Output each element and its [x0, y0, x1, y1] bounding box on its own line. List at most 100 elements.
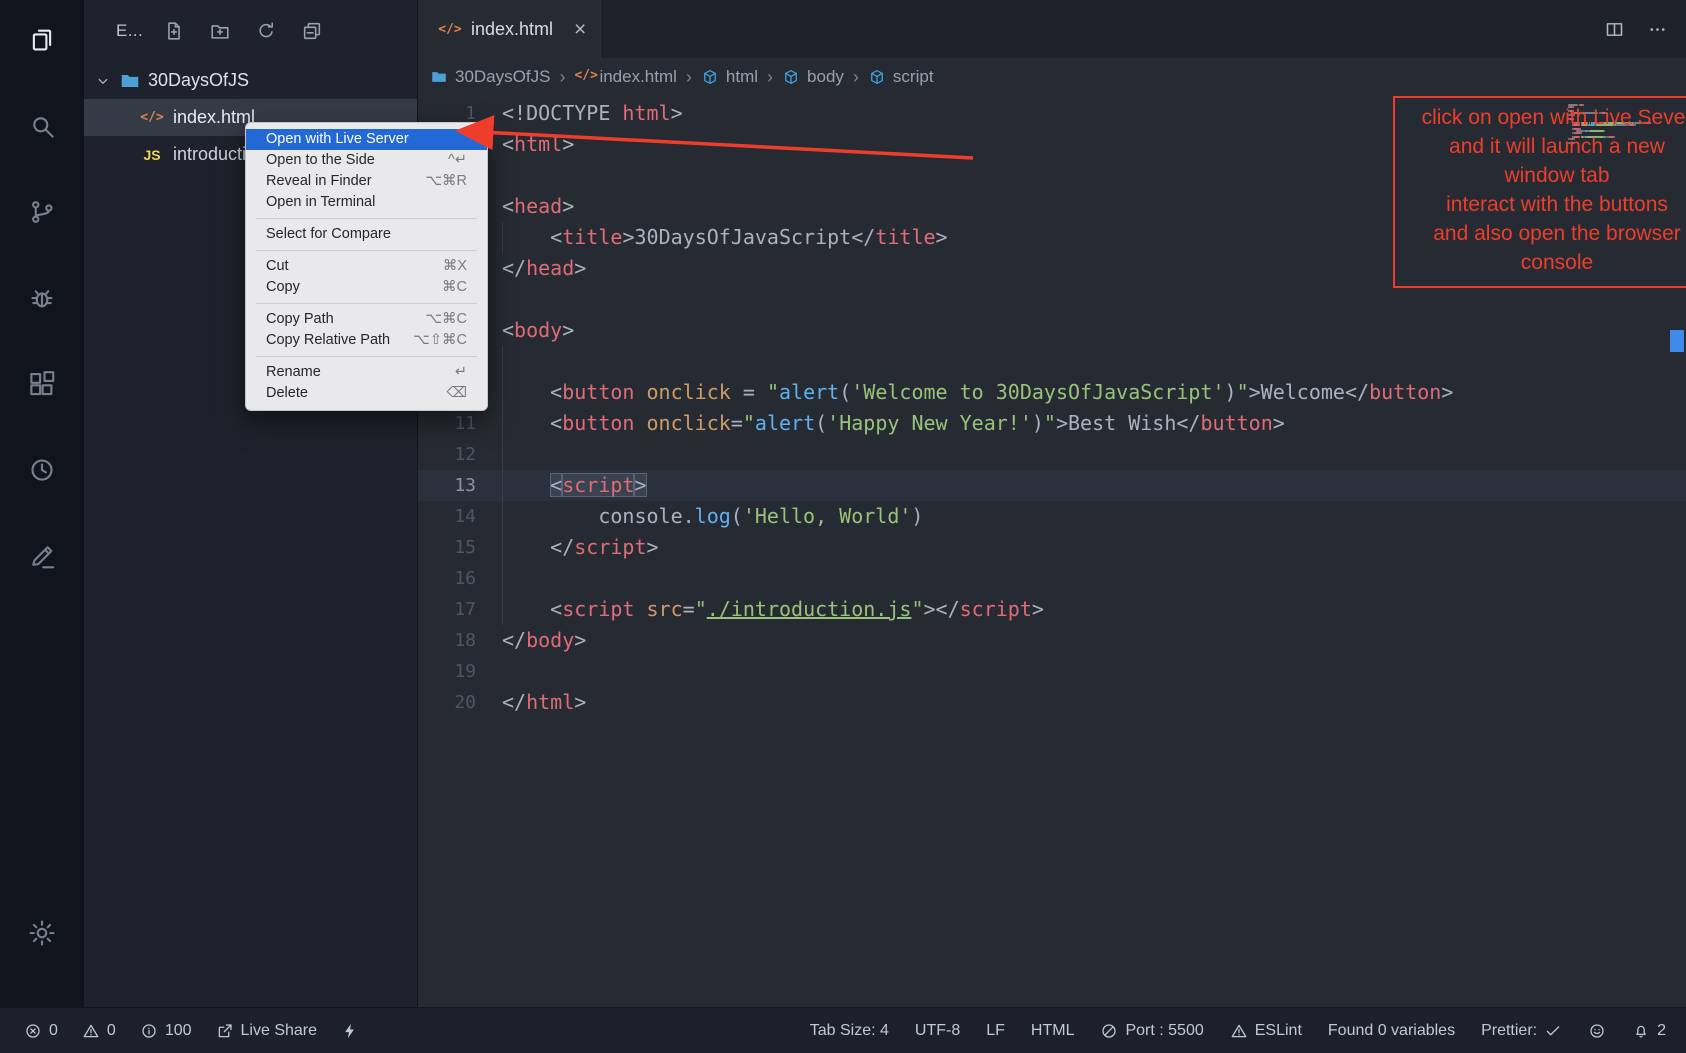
status-100[interactable]: 100	[140, 1022, 192, 1040]
menu-item-copy[interactable]: Copy ⌘C	[246, 277, 487, 298]
vscode-window: E... 30DaysOfJS </> index.html JS introd…	[0, 0, 1686, 1053]
annotation-line: click on open with Live Sever	[1403, 103, 1686, 132]
code-line-17: 17 <script src="./introduction.js"></scr…	[418, 594, 1686, 625]
activity-bar	[0, 0, 84, 1007]
tab-title: index.html	[471, 19, 553, 40]
activity-search-button[interactable]	[0, 96, 84, 156]
line-number[interactable]: 19	[418, 656, 502, 687]
explorer-header: E...	[84, 0, 417, 62]
live-share-icon	[216, 1022, 234, 1040]
menu-item-delete[interactable]: Delete ⌫	[246, 383, 487, 404]
menu-separator	[256, 303, 477, 304]
code-line-9: 9	[418, 346, 1686, 377]
status-text: HTML	[1031, 1022, 1075, 1040]
status-text: 100	[165, 1022, 192, 1040]
status-eslint[interactable]: ESLint	[1230, 1022, 1302, 1040]
status-live-share[interactable]: Live Share	[216, 1022, 318, 1040]
menu-shortcut: ⌥⌘C	[425, 309, 467, 330]
status-port-5500[interactable]: Port : 5500	[1100, 1022, 1203, 1040]
activity-extensions-button[interactable]	[0, 354, 84, 414]
annotation-line: and also open the browser	[1403, 219, 1686, 248]
status-0[interactable]: 0	[24, 1022, 58, 1040]
menu-shortcut: ⌘X	[443, 256, 467, 277]
code-line-18: 18 </body>	[418, 625, 1686, 656]
breadcrumb-separator: ›	[559, 67, 565, 88]
tab-index-html[interactable]: </> index.html ×	[418, 0, 603, 58]
menu-shortcut: ⌫	[446, 383, 467, 404]
menu-item-open-in-terminal[interactable]: Open in Terminal	[246, 192, 487, 213]
code-line-20: 20 </html>	[418, 687, 1686, 718]
line-number[interactable]: 13	[418, 470, 502, 501]
status-html[interactable]: HTML	[1031, 1022, 1075, 1040]
code-line-8: 8 <body>	[418, 315, 1686, 346]
menu-item-open-with-live-server[interactable]: Open with Live Server	[246, 129, 487, 150]
menu-shortcut: ⌥⌘R	[425, 171, 467, 192]
status-text: 0	[107, 1022, 116, 1040]
status-bolt[interactable]	[341, 1022, 359, 1040]
close-icon[interactable]: ×	[574, 19, 586, 40]
line-number[interactable]: 17	[418, 594, 502, 625]
menu-item-cut[interactable]: Cut ⌘X	[246, 256, 487, 277]
code-line-15: 15 </script>	[418, 532, 1686, 563]
activity-source-control-button[interactable]	[0, 182, 84, 242]
new-folder-button[interactable]	[209, 20, 231, 42]
line-number[interactable]: 18	[418, 625, 502, 656]
breadcrumb-script[interactable]: script	[868, 67, 934, 87]
collapse-all-button[interactable]	[301, 20, 323, 42]
activity-bar-bottom	[0, 903, 84, 989]
new-file-button[interactable]	[163, 20, 185, 42]
breadcrumb-html[interactable]: html	[701, 67, 758, 87]
status-text: Live Share	[241, 1022, 318, 1040]
debug-icon	[27, 283, 57, 313]
status-prettier[interactable]: Prettier:	[1481, 1022, 1562, 1040]
split-editor-button[interactable]	[1604, 19, 1625, 40]
activity-explorer-button[interactable]	[0, 10, 84, 70]
ellipsis-button[interactable]	[1647, 19, 1668, 40]
breadcrumb-label: index.html	[599, 67, 676, 87]
editor-actions	[1604, 0, 1686, 58]
html-file-icon: </>	[438, 22, 461, 37]
code-line-19: 19	[418, 656, 1686, 687]
menu-separator	[256, 356, 477, 357]
breadcrumb-body[interactable]: body	[782, 67, 844, 87]
menu-item-copy-path[interactable]: Copy Path ⌥⌘C	[246, 309, 487, 330]
info-icon	[140, 1022, 158, 1040]
menu-item-reveal-in-finder[interactable]: Reveal in Finder ⌥⌘R	[246, 171, 487, 192]
chevron-down-icon	[94, 72, 112, 90]
activity-clock-button[interactable]	[0, 440, 84, 500]
menu-separator	[256, 250, 477, 251]
breadcrumb-30daysofjs[interactable]: 30DaysOfJS	[430, 67, 550, 87]
circle-slash-icon	[1100, 1022, 1118, 1040]
error-icon	[24, 1022, 42, 1040]
menu-item-rename[interactable]: Rename ↵	[246, 362, 487, 383]
line-number[interactable]: 15	[418, 532, 502, 563]
menu-item-open-to-the-side[interactable]: Open to the Side ^↵	[246, 150, 487, 171]
activity-gear-button[interactable]	[0, 903, 84, 963]
line-number[interactable]: 12	[418, 439, 502, 470]
status-utf-8[interactable]: UTF-8	[915, 1022, 960, 1040]
menu-item-copy-relative-path[interactable]: Copy Relative Path ⌥⇧⌘C	[246, 330, 487, 351]
status-right: Tab Size: 4 UTF-8 LF HTML Port : 5500 ESLint F…	[810, 1022, 1666, 1040]
code-line-14: 14 console.log('Hello, World')	[418, 501, 1686, 532]
activity-edit-button[interactable]	[0, 526, 84, 586]
folder-row-root[interactable]: 30DaysOfJS	[84, 62, 417, 99]
status-found-0-variables[interactable]: Found 0 variables	[1328, 1022, 1455, 1040]
refresh-button[interactable]	[255, 20, 277, 42]
line-number[interactable]: 11	[418, 408, 502, 439]
line-number[interactable]: 20	[418, 687, 502, 718]
search-icon	[27, 111, 57, 141]
status-0[interactable]: 0	[82, 1022, 116, 1040]
line-number[interactable]: 14	[418, 501, 502, 532]
activity-debug-button[interactable]	[0, 268, 84, 328]
status-lf[interactable]: LF	[986, 1022, 1005, 1040]
status-smiley[interactable]	[1588, 1022, 1606, 1040]
menu-item-select-for-compare[interactable]: Select for Compare	[246, 224, 487, 245]
status-2[interactable]: 2	[1632, 1022, 1666, 1040]
annotation-line: and it will launch a new	[1403, 132, 1686, 161]
line-number[interactable]: 16	[418, 563, 502, 594]
status-text: 2	[1657, 1022, 1666, 1040]
explorer-icon	[27, 25, 57, 55]
breadcrumb: 30DaysOfJS › </> index.html › html › bod…	[418, 58, 1686, 96]
breadcrumb-index-html[interactable]: </> index.html	[574, 67, 676, 87]
status-tab-size-4[interactable]: Tab Size: 4	[810, 1022, 889, 1040]
